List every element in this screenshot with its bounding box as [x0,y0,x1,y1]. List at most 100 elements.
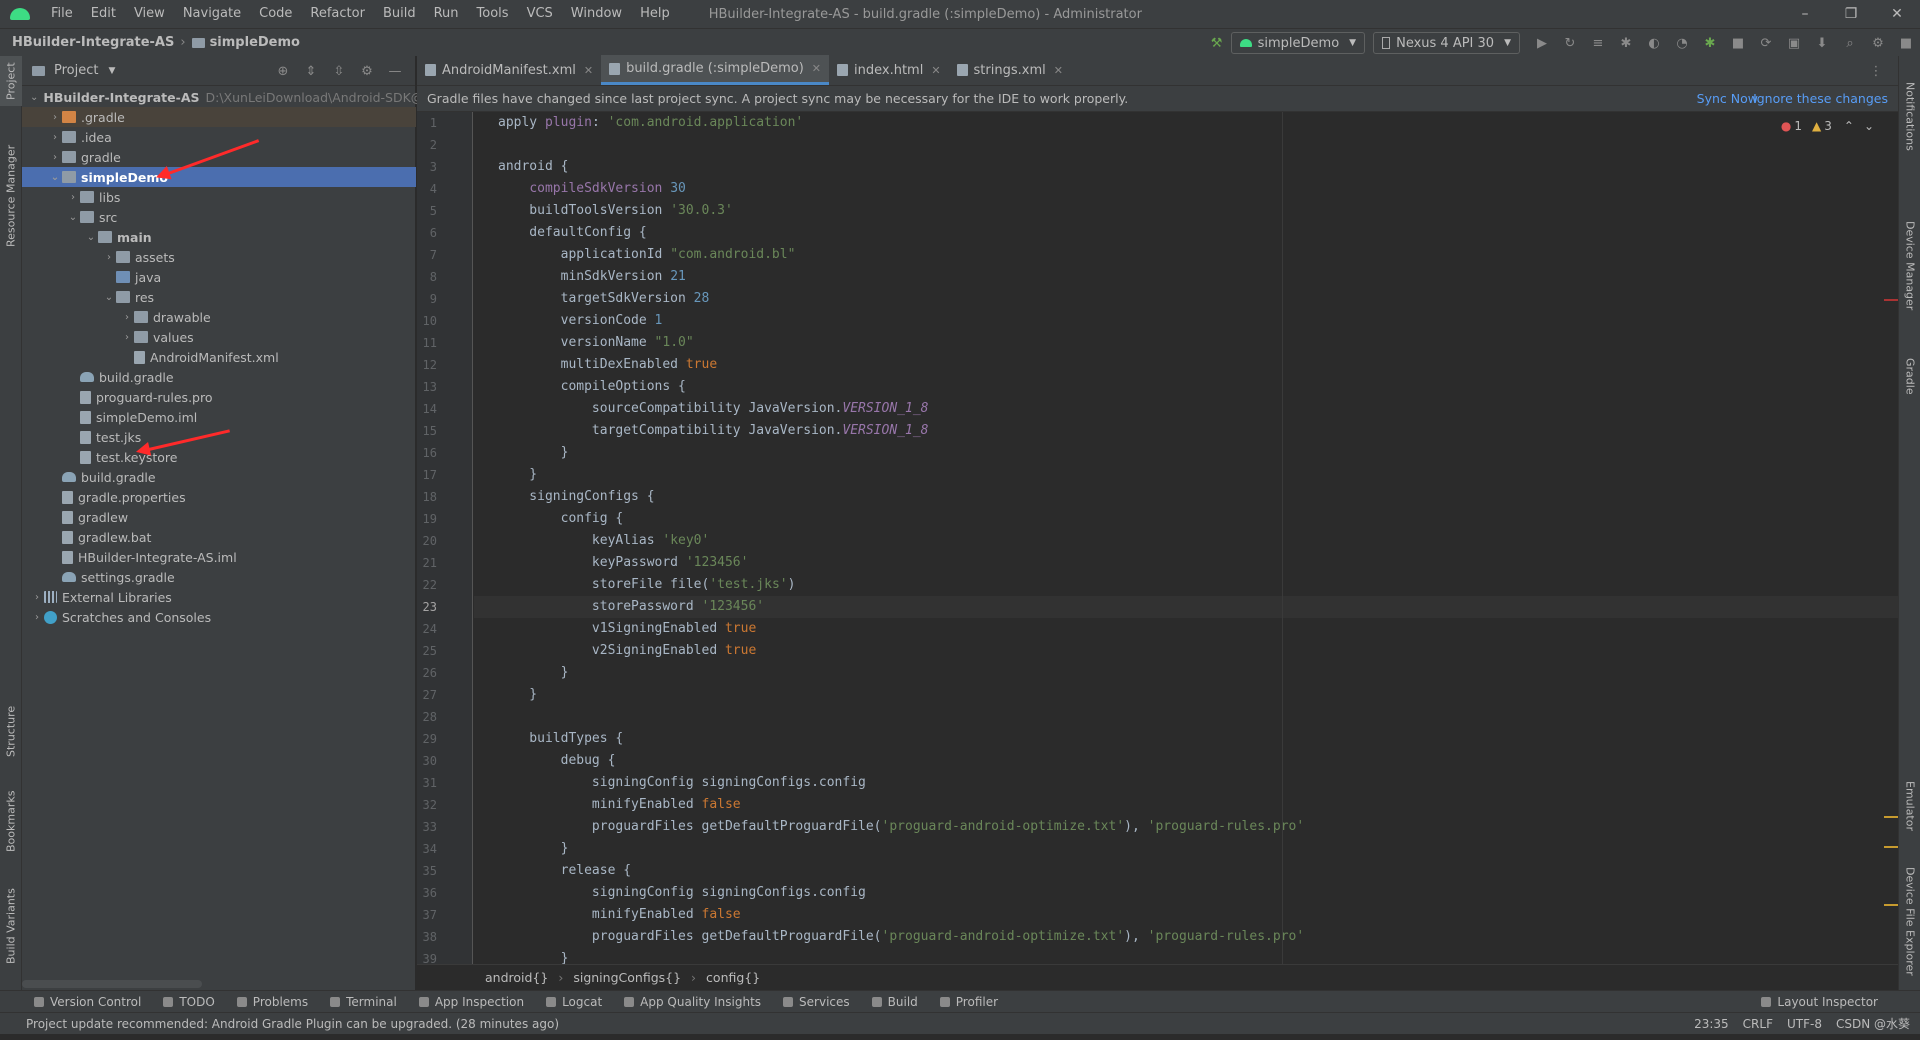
tree-item[interactable]: simpleDemo.iml [22,407,416,427]
line-number[interactable]: 7 [417,248,437,262]
close-tab-icon[interactable]: ✕ [931,64,940,77]
coverage-icon[interactable]: ◔ [1671,32,1693,54]
line-number[interactable]: 25 [417,644,437,658]
tool-window-logcat[interactable]: Logcat [546,995,602,1009]
line-number[interactable]: 16 [417,446,437,460]
line-number[interactable]: 30 [417,754,437,768]
stripe-tab-resource-manager[interactable]: Resource Manager [0,136,22,256]
menu-help[interactable]: Help [631,0,679,28]
code-line[interactable]: storeFile file('test.jks') [474,574,1898,596]
code-line[interactable]: release { [474,860,1898,882]
tool-window-problems[interactable]: Problems [236,995,308,1009]
line-number[interactable]: 6 [417,226,437,240]
line-number[interactable]: 26 [417,666,437,680]
code-line[interactable]: } [474,948,1898,964]
tree-item[interactable]: › values [22,327,416,347]
tree-item[interactable]: build.gradle [22,367,416,387]
code-line[interactable]: keyAlias 'key0' [474,530,1898,552]
tree-item[interactable]: ⌄ main [22,227,416,247]
tree-item[interactable]: › External Libraries [22,587,416,607]
menu-refactor[interactable]: Refactor [301,0,374,28]
stripe-tab-notifications[interactable]: Notifications [1899,66,1920,166]
code-line[interactable]: versionCode 1 [474,310,1898,332]
stripe-tab-structure[interactable]: Structure [0,696,22,766]
close-tab-icon[interactable]: ✕ [812,62,821,75]
close-window-button[interactable]: ✕ [1874,0,1920,28]
tool-window-services[interactable]: Services [783,995,850,1009]
rerun-icon[interactable]: ↻ [1559,32,1581,54]
menu-edit[interactable]: Edit [82,0,125,28]
warning-marker[interactable] [1884,904,1898,906]
line-number[interactable]: 36 [417,886,437,900]
sync-now-link[interactable]: Sync Now [1697,86,1758,112]
breadcrumb-module[interactable]: simpleDemo [210,35,300,50]
tree-item[interactable]: › .gradle [22,107,416,127]
chevron-right-icon[interactable]: › [30,592,44,603]
chevron-right-icon[interactable]: › [102,252,116,263]
line-number[interactable]: 24 [417,622,437,636]
stop-icon[interactable]: ■ [1727,32,1749,54]
menu-view[interactable]: View [125,0,174,28]
code-line[interactable]: apply plugin: 'com.android.application' [474,112,1898,134]
hide-panel-icon[interactable]: — [384,60,406,82]
tree-item[interactable]: test.keystore [22,447,416,467]
code-line[interactable]: versionName "1.0" [474,332,1898,354]
device-select[interactable]: Nexus 4 API 30 ▼ [1373,32,1520,54]
line-number[interactable]: 15 [417,424,437,438]
gear-icon[interactable]: ⚙ [1867,32,1889,54]
code-line[interactable]: buildTypes { [474,728,1898,750]
run-configuration-select[interactable]: simpleDemo ▼ [1230,32,1366,54]
gear-icon[interactable]: ⚙ [356,60,378,82]
code-breadcrumb-item[interactable]: signingConfigs{} [573,970,681,985]
menu-tools[interactable]: Tools [468,0,518,28]
minimize-button[interactable]: – [1782,0,1828,28]
chevron-right-icon[interactable]: › [66,192,80,203]
apply-changes-icon[interactable]: ≡ [1587,32,1609,54]
locate-icon[interactable]: ⊕ [272,60,294,82]
chevron-right-icon[interactable]: › [48,112,62,123]
tree-item[interactable]: ⌄ HBuilder-Integrate-AS D:\XunLeiDownload\… [22,87,423,107]
code-line[interactable]: signingConfig signingConfigs.config [474,772,1898,794]
line-number[interactable]: 27 [417,688,437,702]
tree-item[interactable]: settings.gradle [22,567,416,587]
code-line[interactable]: } [474,684,1898,706]
line-number[interactable]: 29 [417,732,437,746]
tree-item[interactable]: gradlew [22,507,416,527]
code-line[interactable]: minifyEnabled false [474,794,1898,816]
chevron-down-icon[interactable]: ⌄ [30,92,38,103]
code-line[interactable]: android { [474,156,1898,178]
line-number[interactable]: 18 [417,490,437,504]
chevron-right-icon[interactable]: › [120,332,134,343]
expand-all-icon[interactable]: ⇕ [300,60,322,82]
menu-code[interactable]: Code [250,0,301,28]
debug-icon[interactable]: ✱ [1615,32,1637,54]
line-number[interactable]: 22 [417,578,437,592]
tool-window-profiler[interactable]: Profiler [939,995,998,1009]
inspection-widget[interactable]: ● 1 ▲ 3 ⌃ ⌄ [1781,116,1874,136]
line-number[interactable]: 11 [417,336,437,350]
close-tab-icon[interactable]: ✕ [1054,64,1063,77]
sdk-manager-icon[interactable]: ⬇ [1811,32,1833,54]
stripe-tab-gradle[interactable]: Gradle [1899,346,1920,406]
tree-item[interactable]: HBuilder-Integrate-AS.iml [22,547,416,567]
tool-window-terminal[interactable]: Terminal [330,995,397,1009]
tool-window-app-inspection[interactable]: App Inspection [418,995,524,1009]
chevron-down-icon[interactable]: ⌄ [48,172,62,183]
line-number[interactable]: 20 [417,534,437,548]
tree-item[interactable]: › Scratches and Consoles [22,607,416,627]
line-number[interactable]: 38 [417,930,437,944]
close-tab-icon[interactable]: ✕ [584,64,593,77]
line-number[interactable]: 8 [417,270,437,284]
code-line[interactable]: applicationId "com.android.bl" [474,244,1898,266]
tree-item[interactable]: build.gradle [22,467,416,487]
layout-inspector-button[interactable]: Layout Inspector [1761,995,1878,1009]
warning-marker[interactable] [1884,846,1898,848]
code-line[interactable]: multiDexEnabled true [474,354,1898,376]
chevron-down-icon[interactable]: ⌄ [66,212,80,223]
ignore-changes-link[interactable]: Ignore these changes [1753,86,1888,112]
code-editor[interactable]: apply plugin: 'com.android.application' a… [474,112,1898,964]
tree-item[interactable]: gradlew.bat [22,527,416,547]
hammer-build-icon[interactable]: ⚒ [1206,32,1228,54]
warning-marker[interactable] [1884,816,1898,818]
line-number[interactable]: 14 [417,402,437,416]
